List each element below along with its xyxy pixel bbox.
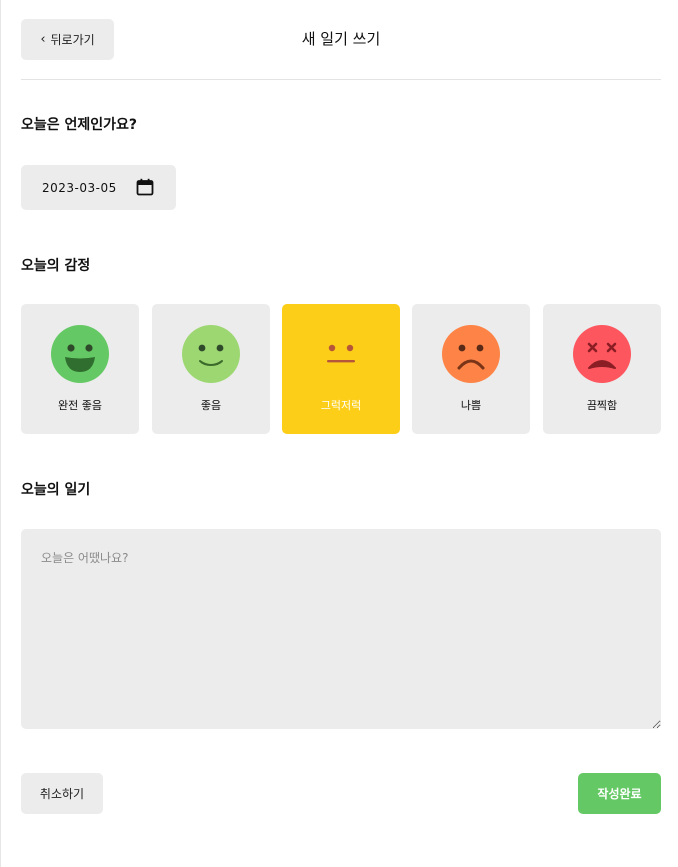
diary-textarea[interactable] — [21, 529, 661, 729]
cancel-button[interactable]: 취소하기 — [21, 773, 103, 814]
emotion-item-very-good[interactable]: 완전 좋음 — [21, 304, 139, 434]
emotion-label: 끔찍함 — [586, 399, 618, 412]
page-left-border — [0, 0, 1, 867]
terrible-face-icon — [573, 325, 631, 383]
happy-face-icon — [182, 325, 240, 383]
date-section-title: 오늘은 언제인가요? — [21, 117, 138, 133]
emotion-item-terrible[interactable]: 끔찍함 — [543, 304, 661, 434]
date-input[interactable]: 2023-03-05 — [21, 165, 176, 210]
back-button[interactable]: ‹ 뒤로가기 — [21, 19, 114, 60]
emotion-item-good[interactable]: 좋음 — [152, 304, 270, 434]
sad-face-icon — [442, 325, 500, 383]
diary-section-title: 오늘의 일기 — [21, 482, 91, 498]
very-happy-face-icon — [51, 325, 109, 383]
emotion-label: 완전 좋음 — [58, 399, 102, 412]
emotion-section-title: 오늘의 감정 — [21, 258, 91, 274]
emotion-label: 그럭저럭 — [320, 399, 362, 412]
neutral-face-icon — [312, 325, 370, 383]
emotion-label: 나쁨 — [460, 399, 482, 412]
submit-button[interactable]: 작성완료 — [578, 773, 661, 814]
calendar-icon[interactable] — [136, 178, 154, 196]
back-button-label: 뒤로가기 — [50, 33, 95, 47]
header-divider — [21, 79, 661, 80]
page-title: 새 일기 쓰기 — [301, 30, 381, 48]
date-value: 2023-03-05 — [42, 180, 117, 195]
header: 새 일기 쓰기 ‹ 뒤로가기 — [21, 19, 661, 60]
emotion-item-so-so[interactable]: 그럭저럭 — [282, 304, 400, 434]
emotion-picker: 완전 좋음 좋음 그럭저럭 나쁨 끔찍함 — [21, 304, 661, 434]
emotion-label: 좋음 — [200, 399, 222, 412]
emotion-item-bad[interactable]: 나쁨 — [412, 304, 530, 434]
chevron-left-icon: ‹ — [40, 32, 46, 47]
diary-editor: 새 일기 쓰기 ‹ 뒤로가기 오늘은 언제인가요? 2023-03-05 오늘의… — [21, 0, 661, 867]
